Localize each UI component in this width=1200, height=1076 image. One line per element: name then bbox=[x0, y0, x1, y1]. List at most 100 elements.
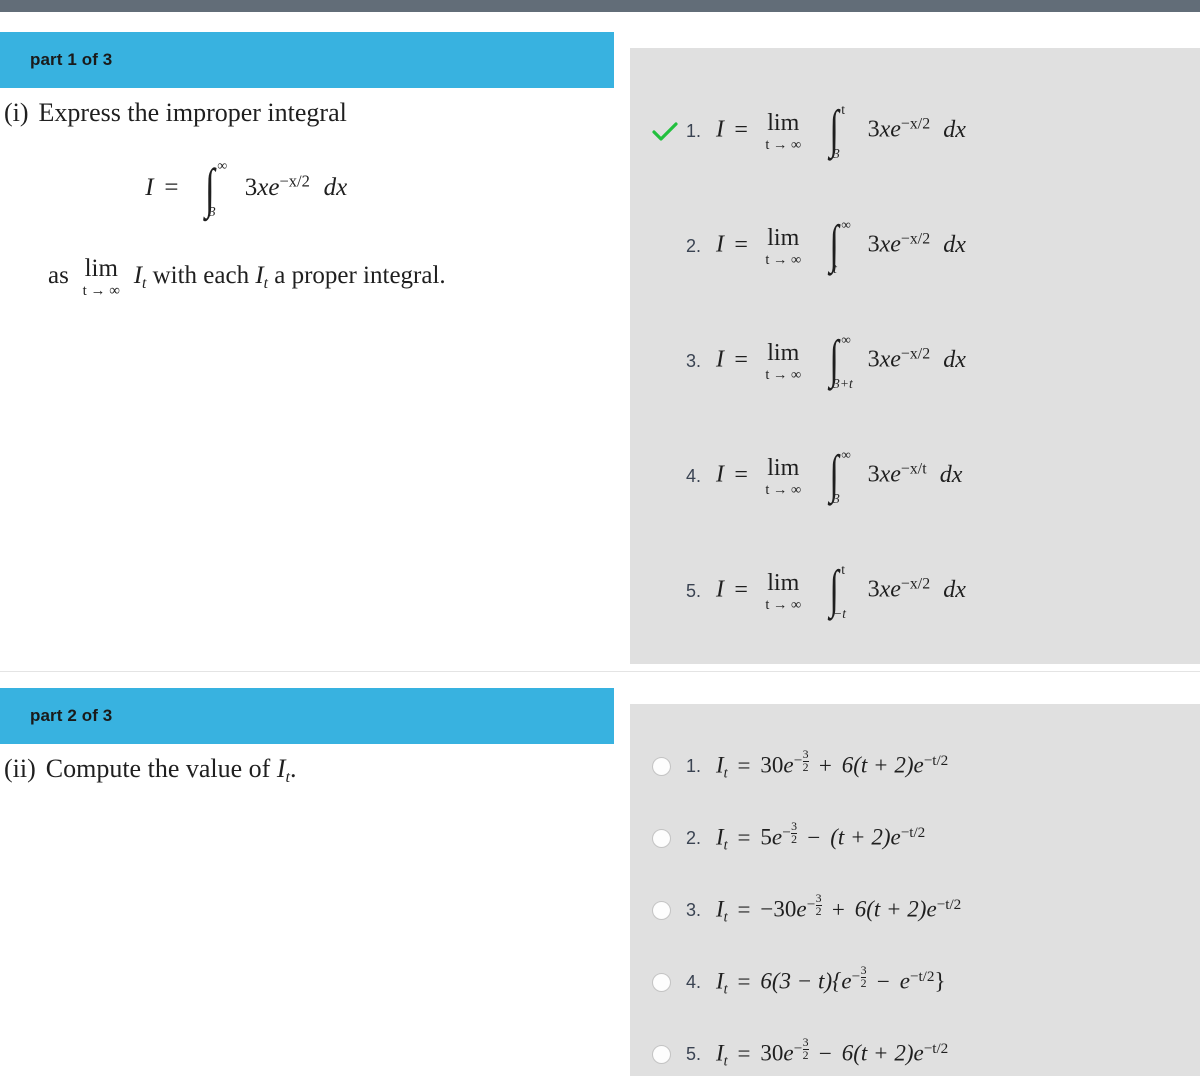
radio-button-icon[interactable] bbox=[652, 1044, 671, 1064]
opt2-lim-under: t → ∞ bbox=[765, 251, 802, 268]
opt4-lhs: I bbox=[716, 462, 724, 489]
part-1-option-3-math: I = lim t → ∞ ∫ ∞ 3+t 3xe−x/2 dx bbox=[716, 331, 966, 392]
p2o1-term2-exp: −t/2 bbox=[923, 752, 949, 770]
p2o3-exp-den: 2 bbox=[815, 904, 822, 919]
part-2-option-4-marker[interactable] bbox=[652, 972, 686, 992]
part-2-option-5[interactable]: 5. It = 30e− 3 2 − 6(t + 2)e−t/2 bbox=[630, 1018, 1200, 1076]
integral-symbol: ∫ ∞ 3 bbox=[197, 159, 227, 220]
opt3-lim: lim t → ∞ bbox=[765, 341, 801, 382]
part-2-option-4[interactable]: 4. It = 6(3 − t){e− 3 2 − e−t/2} bbox=[630, 946, 1200, 1018]
opt2-lhs: I bbox=[716, 232, 724, 259]
closing-mid-text: with each bbox=[152, 262, 250, 290]
part-2-option-3-marker[interactable] bbox=[652, 900, 686, 920]
part-2-question-column: part 2 of 3 (ii) Compute the value of It. bbox=[0, 688, 614, 788]
radio-button-icon[interactable] bbox=[652, 828, 671, 848]
part-1-option-1-marker[interactable] bbox=[652, 121, 686, 143]
p2o2-exp-fraction: 32 bbox=[791, 821, 798, 847]
part-2-question-body: Compute the value of bbox=[45, 754, 271, 783]
part-2-option-5-math: It = 30e− 3 2 − 6(t + 2)e−t/2 bbox=[716, 1035, 949, 1070]
p2o5-term2-exp: −t/2 bbox=[923, 1040, 949, 1058]
part-1-option-4-math: I = lim t → ∞ ∫ ∞ 3 3xe−x/t dx bbox=[716, 446, 963, 507]
integrand-vars: xe bbox=[257, 173, 280, 201]
p2o2-e: e bbox=[771, 825, 783, 851]
differential: dx bbox=[323, 173, 348, 201]
part-2-option-4-number: 4. bbox=[686, 971, 702, 992]
part-1-option-4[interactable]: 4. I = lim t → ∞ ∫ ∞ 3 3xe−x/t dx bbox=[630, 419, 1200, 534]
p2o1-lhs: I bbox=[716, 753, 724, 779]
p2o4-lhs-sub: t bbox=[723, 981, 728, 998]
p2o5-exp-den: 2 bbox=[802, 1048, 809, 1063]
closing-I-2: I bbox=[255, 262, 264, 290]
p2o5-exp-fraction: 32 bbox=[802, 1037, 809, 1063]
opt4-int-lower: 3 bbox=[833, 491, 840, 507]
closing-as: as bbox=[48, 262, 69, 290]
part-2-option-1[interactable]: 1. It = 30e− 3 2 + 6(t + 2)e−t/2 bbox=[630, 730, 1200, 802]
part-2-option-3[interactable]: 3. It = −30e− 3 2 + 6(t + 2)e−t/2 bbox=[630, 874, 1200, 946]
p2o5-lhs: I bbox=[716, 1041, 724, 1067]
opt4-diff: dx bbox=[939, 462, 963, 489]
opt1-lim-label: lim bbox=[767, 110, 800, 136]
opt1-integral: ∫ t 3 bbox=[822, 102, 847, 161]
opt4-integral: ∫ ∞ 3 bbox=[822, 447, 851, 506]
part-1-option-2-math: I = lim t → ∞ ∫ ∞ t 3xe−x/2 dx bbox=[716, 216, 966, 277]
p2o3-term2: 6(t + 2)e bbox=[854, 897, 937, 923]
p2o1-lhs-sub: t bbox=[723, 765, 728, 782]
part-2-option-2-marker[interactable] bbox=[652, 828, 686, 848]
closing-lim-under: t → ∞ bbox=[82, 282, 120, 299]
part-2-option-list: 1. It = 30e− 3 2 + 6(t + 2)e−t/2 2. It =… bbox=[630, 704, 1200, 1076]
p2o5-lhs-sub: t bbox=[723, 1053, 728, 1070]
radio-button-icon[interactable] bbox=[652, 756, 671, 776]
opt5-int-lower: −t bbox=[833, 606, 846, 622]
p2o2-op: − bbox=[807, 825, 821, 851]
part-1-option-3[interactable]: 3. I = lim t → ∞ ∫ ∞ 3+t 3xe−x/2 dx bbox=[630, 304, 1200, 419]
p2o4-term2: e bbox=[899, 969, 910, 995]
opt2-diff: dx bbox=[943, 232, 966, 259]
part-2-question-number: (ii) bbox=[4, 754, 36, 783]
opt4-lim-label: lim bbox=[767, 455, 800, 481]
part-2-question-text: (ii) Compute the value of It. bbox=[0, 744, 614, 788]
p2o3-e: e bbox=[796, 897, 807, 923]
opt2-vars: xe bbox=[879, 232, 901, 259]
part-1-header: part 1 of 3 bbox=[0, 32, 614, 88]
integrand-exponent: −x/2 bbox=[279, 171, 310, 191]
opt3-lim-under: t → ∞ bbox=[765, 366, 802, 383]
p2o1-e: e bbox=[783, 753, 794, 779]
p2o3-exp-sign: − bbox=[806, 896, 816, 914]
part-2-option-1-marker[interactable] bbox=[652, 756, 686, 776]
opt1-int-lower: 3 bbox=[833, 146, 840, 162]
opt1-lim: lim t → ∞ bbox=[765, 111, 801, 152]
part-2-option-2[interactable]: 2. It = 5e− 3 2 − (t + 2)e−t/2 bbox=[630, 802, 1200, 874]
part-1-option-1-number: 1. bbox=[686, 121, 702, 141]
part-1-option-5[interactable]: 5. I = lim t → ∞ ∫ t −t 3xe−x/2 dx bbox=[630, 534, 1200, 649]
opt3-lim-label: lim bbox=[767, 340, 800, 366]
p2o4-exp-den: 2 bbox=[860, 976, 867, 991]
part-1-option-3-number: 3. bbox=[686, 351, 702, 371]
part-2-option-5-marker[interactable] bbox=[652, 1044, 686, 1064]
part-1-option-2[interactable]: 2. I = lim t → ∞ ∫ ∞ t 3xe−x/2 dx bbox=[630, 189, 1200, 304]
p2o1-exp-fraction: 32 bbox=[802, 749, 809, 775]
part-1-display-equation: I = ∫ ∞ 3 3xe−x/2 dx bbox=[0, 159, 614, 220]
radio-button-icon[interactable] bbox=[652, 900, 671, 920]
p2o3-op: + bbox=[831, 897, 845, 923]
part-1-question-column: part 1 of 3 (i) Express the improper inte… bbox=[0, 32, 614, 299]
opt1-lim-under: t → ∞ bbox=[765, 136, 802, 153]
part-2-option-2-math: It = 5e− 3 2 − (t + 2)e−t/2 bbox=[716, 819, 926, 854]
opt2-exp: −x/2 bbox=[900, 230, 931, 248]
part-1-option-1[interactable]: 1. I = lim t → ∞ ∫ t 3 3xe−x/2 dx bbox=[630, 74, 1200, 189]
p2o3-lhs-sub: t bbox=[723, 909, 728, 926]
p2o4-prefix: 6(3 − t){ bbox=[760, 969, 842, 995]
p2o5-term2: 6(t + 2)e bbox=[841, 1041, 924, 1067]
opt3-vars: xe bbox=[879, 347, 901, 374]
part-1-answer-panel: 1. I = lim t → ∞ ∫ t 3 3xe−x/2 dx 2. I =… bbox=[630, 48, 1200, 664]
opt4-int-upper: ∞ bbox=[841, 447, 851, 463]
opt1-exp: −x/2 bbox=[900, 115, 931, 133]
p2o1-exp-den: 2 bbox=[802, 760, 809, 775]
opt2-int-lower: t bbox=[833, 261, 837, 277]
closing-I: I bbox=[133, 262, 143, 290]
opt1-vars: xe bbox=[879, 117, 901, 144]
p2o1-exp-sign: − bbox=[793, 752, 803, 770]
p2o2-exp-den: 2 bbox=[791, 832, 798, 847]
opt3-lhs: I bbox=[716, 347, 724, 374]
p2o4-op: − bbox=[876, 969, 890, 995]
radio-button-icon[interactable] bbox=[652, 972, 671, 992]
